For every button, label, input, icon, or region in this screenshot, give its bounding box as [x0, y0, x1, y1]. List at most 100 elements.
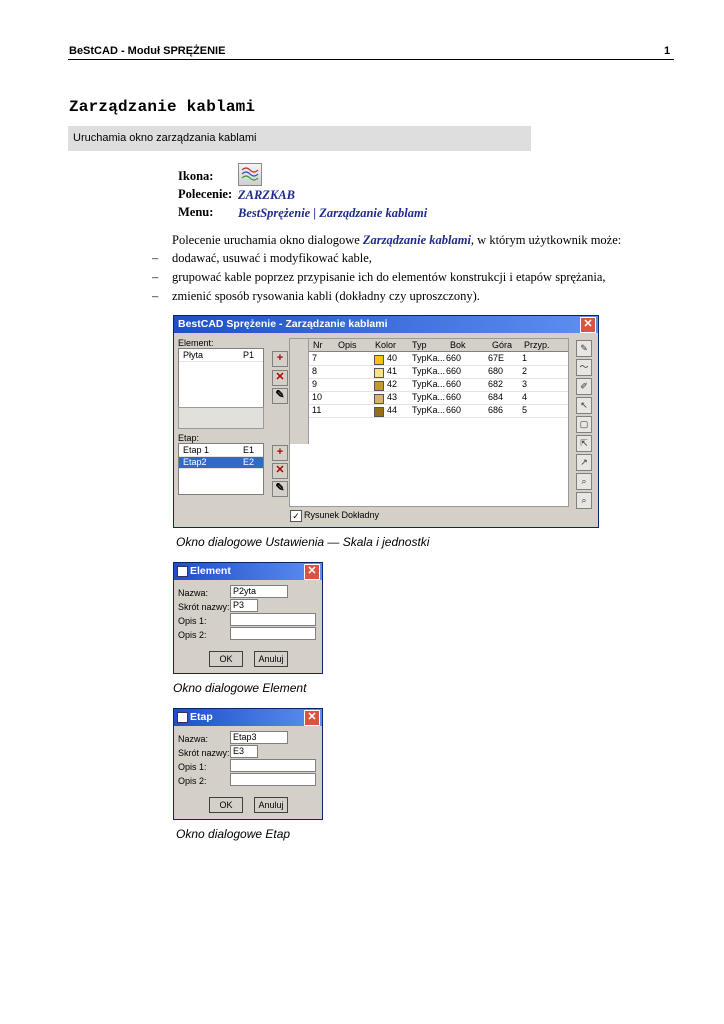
menu-label: Menu:	[178, 205, 214, 219]
opis2-label: Opis 2:	[178, 630, 207, 640]
etap-dialog-title: Etap	[190, 711, 213, 723]
cell-kolor: 42	[387, 379, 398, 389]
ok-button[interactable]: OK	[209, 797, 243, 813]
cell-gora: 682	[488, 379, 504, 389]
cable-manager-icon	[238, 163, 262, 186]
polecenie-value: ZARZKAB	[238, 188, 295, 202]
cell-bok: 660	[446, 392, 462, 402]
cell-gora: 67E	[488, 353, 505, 363]
list-item-selected[interactable]: Etap2 E2	[179, 457, 263, 469]
etap-list[interactable]: Etap 1 E1 Etap2 E2	[178, 443, 264, 495]
cell-kolor: 44	[387, 405, 398, 415]
subtitle: Uruchamia okno zarządzania kablami	[73, 132, 257, 144]
close-icon[interactable]: ✕	[304, 710, 320, 726]
cable-tool-6-icon[interactable]: ⇱	[576, 435, 592, 452]
cell-przyp: 3	[522, 379, 528, 389]
table-row[interactable]: 8 41 TypKa... 660 680 2	[290, 366, 568, 379]
close-icon[interactable]: ✕	[580, 317, 596, 333]
caption-ustawienia: Okno dialogowe Ustawienia — Skala i jedn…	[176, 535, 430, 549]
bullet-dash-1: –	[152, 251, 159, 265]
color-swatch	[374, 368, 384, 378]
add-element-button[interactable]: +	[272, 351, 288, 367]
cell-kolor: 43	[387, 392, 398, 402]
cell-typ: TypKa...	[412, 392, 446, 402]
delete-etap-button[interactable]: ✕	[272, 463, 288, 479]
delete-element-button[interactable]: ✕	[272, 370, 288, 386]
table-row[interactable]: 10 43 TypKa... 660 684 4	[290, 392, 568, 405]
cable-tool-7-icon[interactable]: ↗	[576, 454, 592, 471]
bullet-3: zmienić sposób rysowania kabli (dokładny…	[172, 289, 480, 303]
element-list[interactable]: Płyta P1	[178, 348, 264, 408]
close-icon[interactable]: ✕	[304, 564, 320, 580]
cables-table[interactable]: Nr Opis Kolor Typ Bok Góra Przyp. 7 40 Typ…	[289, 338, 569, 507]
cell-gora: 684	[488, 392, 504, 402]
etap-dialog-titlebar[interactable]: Etap ✕	[174, 709, 322, 726]
caption-etap: Okno dialogowe Etap	[176, 827, 291, 841]
cancel-button[interactable]: Anuluj	[254, 651, 288, 667]
cell-bok: 660	[446, 405, 462, 415]
opis1-field[interactable]	[230, 759, 316, 772]
element-dialog-titlebar[interactable]: Element ✕	[174, 563, 322, 580]
opis2-field[interactable]	[230, 773, 316, 786]
subtitle-bar: Uruchamia okno zarządzania kablami	[68, 126, 531, 151]
table-row[interactable]: 11 44 TypKa... 660 686 5	[290, 405, 568, 418]
rysunek-checkbox[interactable]: ✓	[290, 510, 302, 522]
edit-element-button[interactable]: ✎	[272, 388, 288, 404]
list-item[interactable]: Etap 1 E1	[179, 445, 263, 457]
nazwa-field[interactable]: P2yta	[230, 585, 288, 598]
ikona-label: Ikona:	[178, 169, 214, 183]
element-label: Element:	[178, 338, 214, 348]
cable-manager-dialog: BestCAD Sprężenie - Zarządzanie kablami …	[173, 315, 599, 528]
edit-etap-button[interactable]: ✎	[272, 481, 288, 497]
cancel-button[interactable]: Anuluj	[254, 797, 288, 813]
skrot-field[interactable]: P3	[230, 599, 258, 612]
page-title: Zarządzanie kablami	[69, 98, 256, 116]
skrot-field[interactable]: E3	[230, 745, 258, 758]
intro-link: Zarządzanie kablami	[362, 233, 471, 247]
element-dialog: Element ✕ Nazwa: Skrót nazwy: Opis 1: Op…	[173, 562, 323, 674]
cell-gora: 686	[488, 405, 504, 415]
cable-tool-8-icon[interactable]: ⌕	[576, 473, 592, 490]
opis1-field[interactable]	[230, 613, 316, 626]
color-swatch	[374, 394, 384, 404]
color-swatch	[374, 381, 384, 391]
cable-tool-3-icon[interactable]: ✐	[576, 378, 592, 395]
cell-kolor: 41	[387, 366, 398, 376]
cell-przyp: 5	[522, 405, 528, 415]
nazwa-field[interactable]: Etap3	[230, 731, 288, 744]
opis1-label: Opis 1:	[178, 616, 207, 626]
page-number: 1	[664, 45, 671, 57]
cell-nr: 11	[312, 405, 322, 415]
dialog-title: BestCAD Sprężenie - Zarządzanie kablami	[178, 318, 388, 330]
rysunek-checkbox-label: Rysunek Dokładny	[304, 510, 380, 520]
cable-tool-4-icon[interactable]: ↖	[576, 397, 592, 414]
add-etap-button[interactable]: +	[272, 445, 288, 461]
list-item[interactable]: Płyta P1	[179, 350, 263, 362]
element-dialog-title: Element	[190, 565, 231, 577]
color-swatch	[374, 355, 384, 365]
dialog-titlebar[interactable]: BestCAD Sprężenie - Zarządzanie kablami …	[174, 316, 598, 333]
cell-przyp: 4	[522, 392, 528, 402]
row-selector-column	[290, 339, 309, 444]
color-swatch	[374, 407, 384, 417]
app-icon	[177, 566, 188, 577]
table-row[interactable]: 9 42 TypKa... 660 682 3	[290, 379, 568, 392]
cable-tool-1-icon[interactable]: ✎	[576, 340, 592, 357]
header-rule	[68, 59, 674, 60]
etap-label: Etap:	[178, 433, 200, 443]
element-list-footer	[178, 407, 264, 429]
cell-przyp: 1	[522, 353, 528, 363]
cable-tool-5-icon[interactable]: ▢	[576, 416, 592, 433]
cell-typ: TypKa...	[412, 353, 446, 363]
cell-typ: TypKa...	[412, 366, 446, 376]
bullet-dash-3: –	[152, 289, 159, 303]
table-row[interactable]: 7 40 TypKa... 660 67E 1	[290, 353, 568, 366]
ok-button[interactable]: OK	[209, 651, 243, 667]
caption-element: Okno dialogowe Element	[173, 681, 307, 695]
cell-przyp: 2	[522, 366, 528, 376]
cable-tool-9-icon[interactable]: ⌕	[576, 492, 592, 509]
cable-tool-2-icon[interactable]: 〜	[576, 359, 592, 376]
opis2-field[interactable]	[230, 627, 316, 640]
cell-nr: 10	[312, 392, 323, 402]
cell-bok: 660	[446, 353, 462, 363]
